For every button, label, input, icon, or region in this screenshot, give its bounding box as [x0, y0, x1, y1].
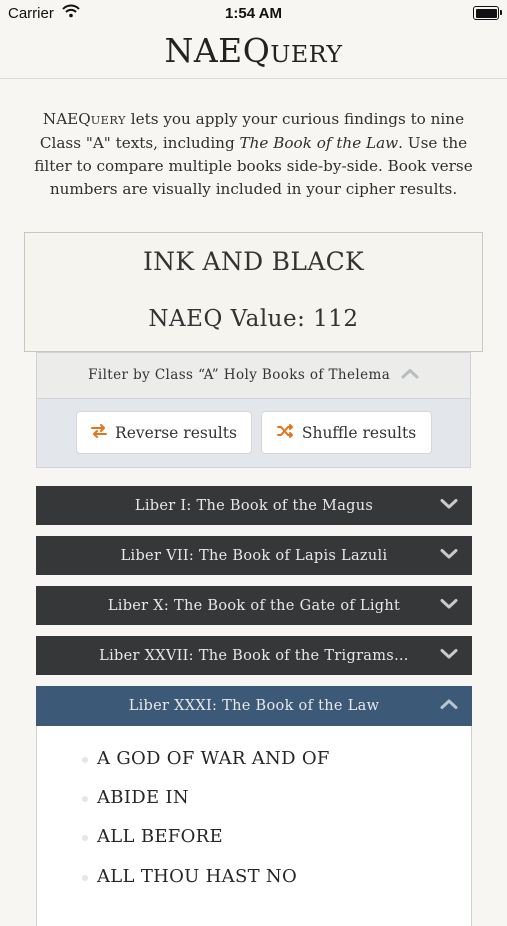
- book-row-liber-xxxi[interactable]: Liber XXXI: The Book of the Law: [36, 686, 472, 726]
- book-row-liber-vii[interactable]: Liber VII: The Book of Lapis Lazuli: [36, 536, 472, 575]
- match-item[interactable]: ALL BEFORE: [82, 826, 223, 847]
- reverse-results-label: Reverse results: [115, 423, 237, 442]
- filter-toggle[interactable]: Filter by Class “A” Holy Books of Thelem…: [37, 353, 470, 399]
- app-title: NAEQuery: [164, 31, 343, 70]
- book-title: Liber X: The Book of the Gate of Light: [107, 597, 401, 614]
- filter-label: Filter by Class “A” Holy Books of Thelem…: [88, 367, 391, 383]
- chevron-down-icon: [440, 498, 458, 514]
- intro-text: NAEQuery lets you apply your curious fin…: [34, 110, 473, 198]
- chevron-up-icon: [401, 353, 419, 398]
- book-matches-panel: A GOD OF WAR AND OF ABIDE IN ALL BEFORE …: [36, 726, 472, 926]
- book-row-liber-xxvii[interactable]: Liber XXVII: The Book of the Trigrams…: [36, 636, 472, 675]
- book-row-liber-i[interactable]: Liber I: The Book of the Magus: [36, 486, 472, 525]
- swap-arrows-icon: [91, 424, 108, 441]
- book-title: Liber I: The Book of the Magus: [134, 497, 374, 514]
- app-header: NAEQuery: [0, 28, 507, 79]
- naeq-value: NAEQ Value: 112: [148, 306, 359, 332]
- chevron-down-icon: [440, 648, 458, 664]
- chevron-up-icon: [440, 698, 458, 714]
- match-item[interactable]: A GOD OF WAR AND OF: [82, 748, 330, 769]
- battery-icon: [473, 6, 502, 20]
- reverse-results-button[interactable]: Reverse results: [76, 411, 252, 454]
- status-bar: Carrier 1:54 AM: [0, 0, 507, 28]
- match-item[interactable]: ABIDE IN: [82, 787, 189, 808]
- clock: 1:54 AM: [225, 5, 282, 22]
- book-title: Liber XXVII: The Book of the Trigrams…: [99, 647, 409, 664]
- book-title: Liber XXXI: The Book of the Law: [128, 698, 380, 714]
- match-item[interactable]: ALL THOU HAST NO: [81, 866, 297, 887]
- shuffle-results-label: Shuffle results: [301, 423, 417, 442]
- shuffle-icon: [276, 424, 294, 441]
- book-title: Liber VII: The Book of Lapis Lazuli: [120, 547, 388, 564]
- intro-book-title: The Book of the Law: [239, 134, 399, 152]
- shuffle-results-button[interactable]: Shuffle results: [261, 411, 432, 454]
- filter-panel: Filter by Class “A” Holy Books of Thelem…: [36, 352, 471, 468]
- chevron-down-icon: [440, 548, 458, 564]
- result-phrase: INK AND BLACK: [142, 247, 365, 276]
- chevron-down-icon: [440, 598, 458, 614]
- book-row-liber-x[interactable]: Liber X: The Book of the Gate of Light: [36, 586, 472, 625]
- result-card: INK AND BLACK NAEQ Value: 112: [24, 232, 483, 352]
